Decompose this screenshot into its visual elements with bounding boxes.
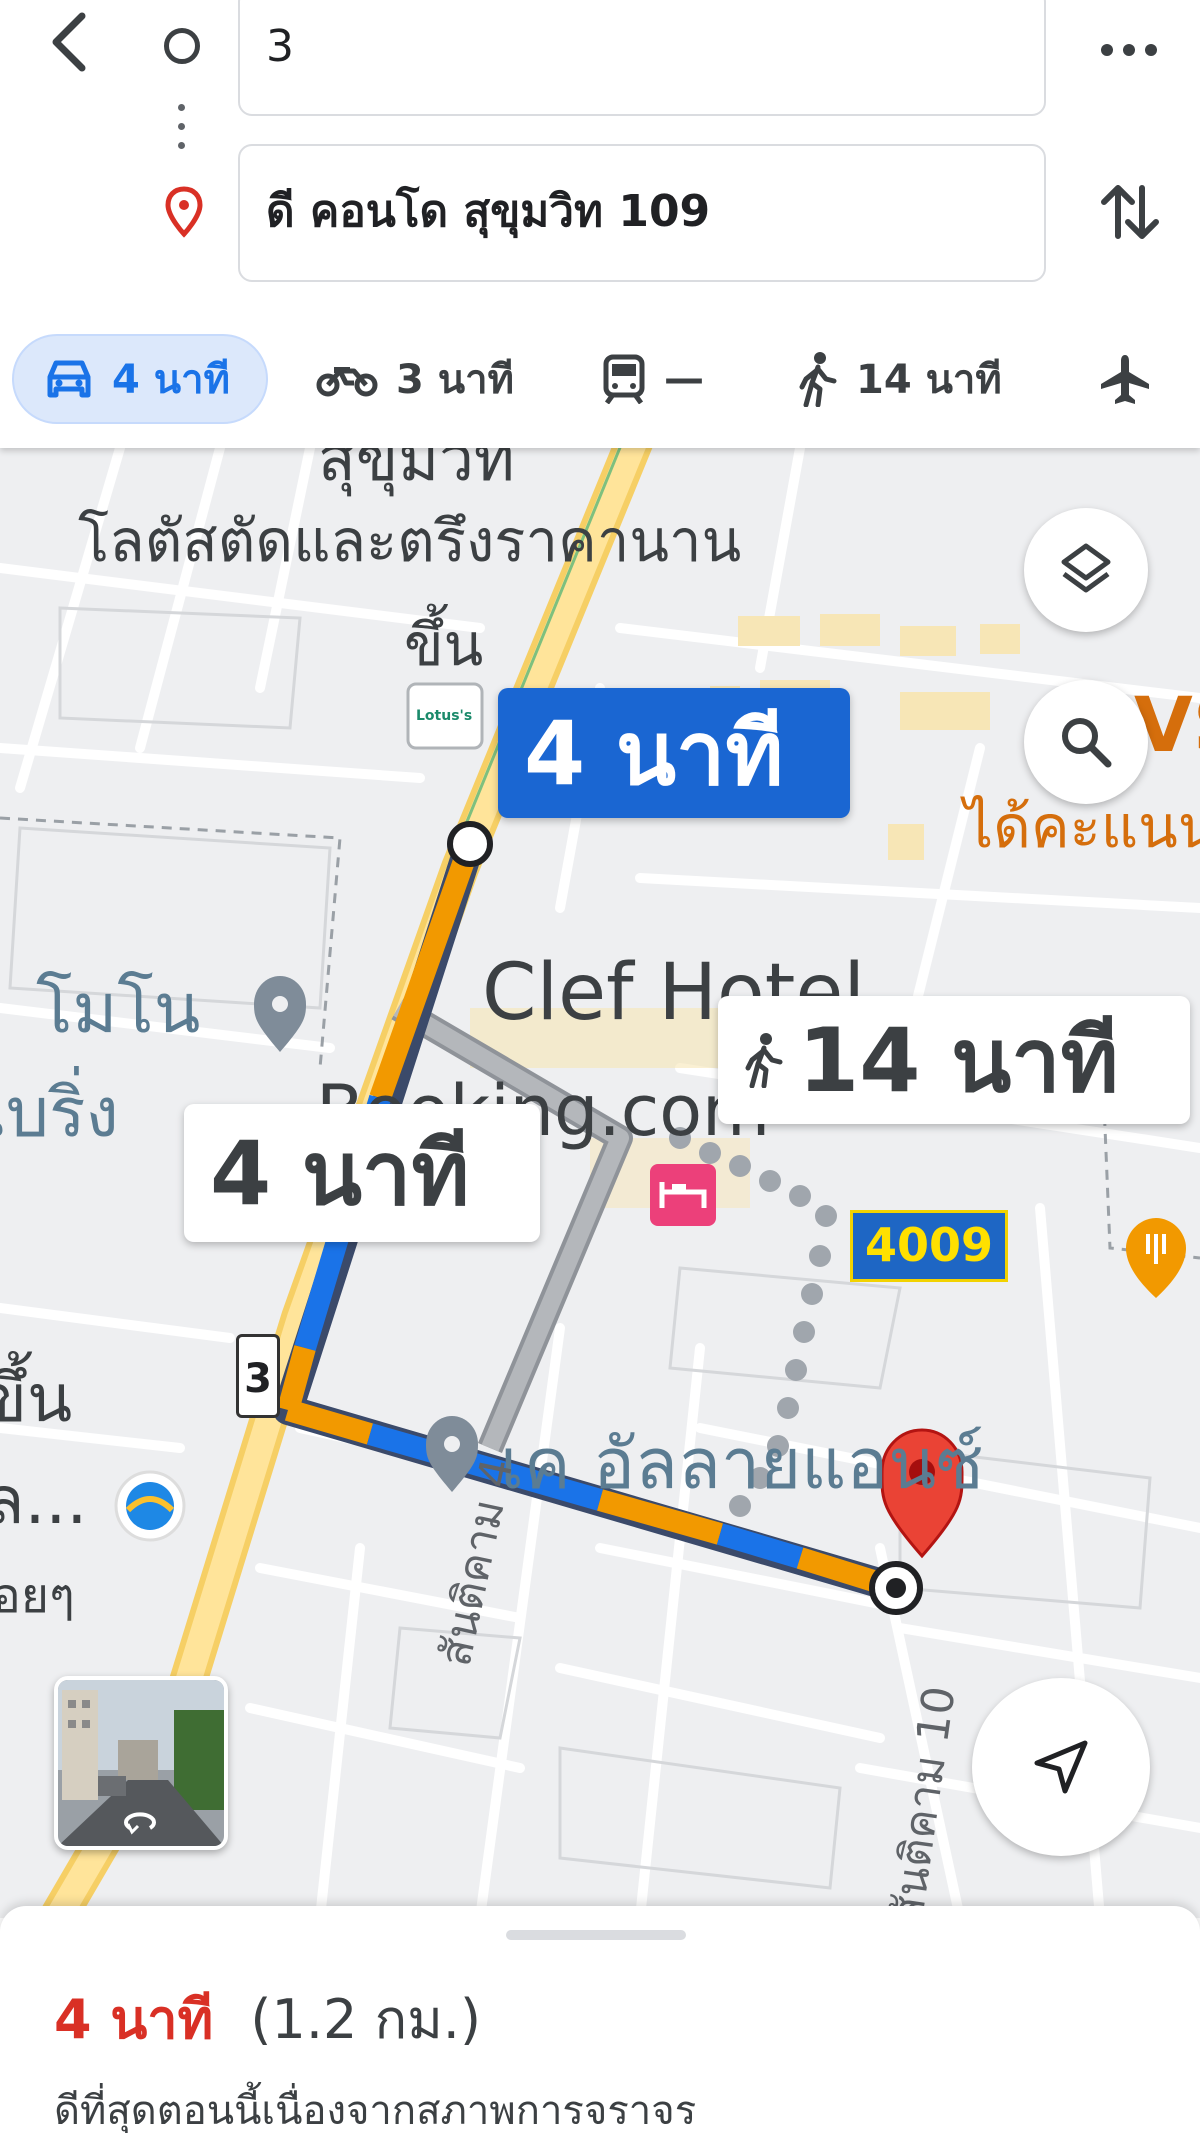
- route-shield-3: 3: [236, 1334, 280, 1418]
- motorcycle-icon: [316, 367, 378, 397]
- tab-flight[interactable]: [1098, 334, 1170, 424]
- tab-drive-label: 4 นาที: [112, 357, 230, 403]
- tab-drive[interactable]: 4 นาที: [12, 334, 268, 424]
- more-horizontal-icon: [1101, 44, 1157, 56]
- lotus-label-line2: ขึ้น: [404, 611, 484, 679]
- origin-circle-icon: [164, 28, 200, 64]
- search-icon: [1062, 718, 1112, 768]
- tab-transit-label: —: [664, 356, 704, 402]
- route-duration: 4 นาที: [54, 1988, 214, 2051]
- route-time-bubble-alternate[interactable]: 4 นาที: [184, 1104, 540, 1242]
- origin-input[interactable]: 3: [238, 0, 1046, 116]
- tab-motorcycle[interactable]: 3 นาที: [316, 334, 514, 424]
- car-icon: [47, 360, 91, 398]
- tab-walk[interactable]: 14 นาที: [798, 334, 1002, 424]
- street-view-image: [58, 1680, 224, 1846]
- route-summary-sheet[interactable]: 4 นาที (1.2 กม.) ดีที่สุดตอนนี้เนื่องจาก…: [0, 1906, 1200, 2133]
- route-time-alternate-text: 4 นาที: [210, 1122, 470, 1225]
- back-button[interactable]: [40, 6, 110, 86]
- map-view[interactable]: สุขุมวิท โลตัสตัดและตรึงราคานาน ขึ้น Lot…: [0, 448, 1200, 1918]
- place-label-k-alliance[interactable]: เค อัลลายแอนซ์: [500, 1408, 984, 1519]
- route-time-bubble-selected[interactable]: 4 นาที: [498, 688, 850, 818]
- route-time-bubble-walk[interactable]: 14 นาที: [718, 996, 1190, 1124]
- layers-icon: [1061, 543, 1111, 593]
- airplane-icon: [1101, 355, 1149, 404]
- train-icon: [603, 354, 645, 404]
- tab-walk-label: 14 นาที: [856, 357, 1002, 403]
- walk-icon: [745, 1033, 783, 1088]
- more-options-button[interactable]: [1094, 26, 1164, 66]
- place-label-monono-2: แบริ่ง: [0, 1074, 119, 1153]
- place-label-left-3: อยๆ: [0, 1568, 75, 1624]
- route-connector-dots: [178, 104, 186, 154]
- route-summary: 4 นาที (1.2 กม.): [54, 1976, 481, 2062]
- route-time-selected-text: 4 นาที: [524, 702, 784, 805]
- sheet-drag-handle[interactable]: [506, 1930, 686, 1940]
- lotus-label-line1: โลตัสตัดและตรึงราคานาน: [78, 507, 742, 575]
- route-time-walk-text: 14 นาที: [798, 1009, 1119, 1112]
- place-label-monono-1: โมโน: [36, 970, 201, 1049]
- layers-button[interactable]: [1024, 508, 1148, 632]
- swap-vertical-icon: [1101, 185, 1159, 239]
- lotus-badge-text[interactable]: Lotus's: [416, 708, 472, 724]
- chevron-left-icon: [52, 12, 86, 72]
- road-number-badge: 4009: [850, 1210, 1008, 1282]
- route-note: ดีที่สุดตอนนี้เนื่องจากสภาพการจราจร: [54, 2088, 697, 2133]
- tab-transit[interactable]: —: [602, 334, 704, 424]
- search-along-route-button[interactable]: [1024, 680, 1148, 804]
- destination-pin-icon: [165, 186, 203, 238]
- tab-motorcycle-label: 3 นาที: [396, 357, 514, 403]
- place-label-left-1: ขึ้น: [0, 1360, 73, 1437]
- route-distance: (1.2 กม.): [250, 1988, 482, 2051]
- destination-input[interactable]: ดี คอนโด สุขุมวิท 109: [238, 144, 1046, 282]
- walk-icon: [799, 352, 837, 407]
- street-view-thumbnail[interactable]: [54, 1676, 228, 1850]
- my-location-button[interactable]: [972, 1678, 1150, 1856]
- navigation-arrow-icon: [1034, 1740, 1088, 1794]
- travel-mode-tabs: 4 นาที 3 นาที — 14 นาที: [0, 334, 1200, 430]
- place-label-left-2: ล...: [0, 1462, 88, 1539]
- directions-header: 3 ดี คอนโด สุขุมวิท 109 4 นาที 3 นาที — …: [0, 0, 1200, 448]
- swap-button[interactable]: [1094, 176, 1166, 248]
